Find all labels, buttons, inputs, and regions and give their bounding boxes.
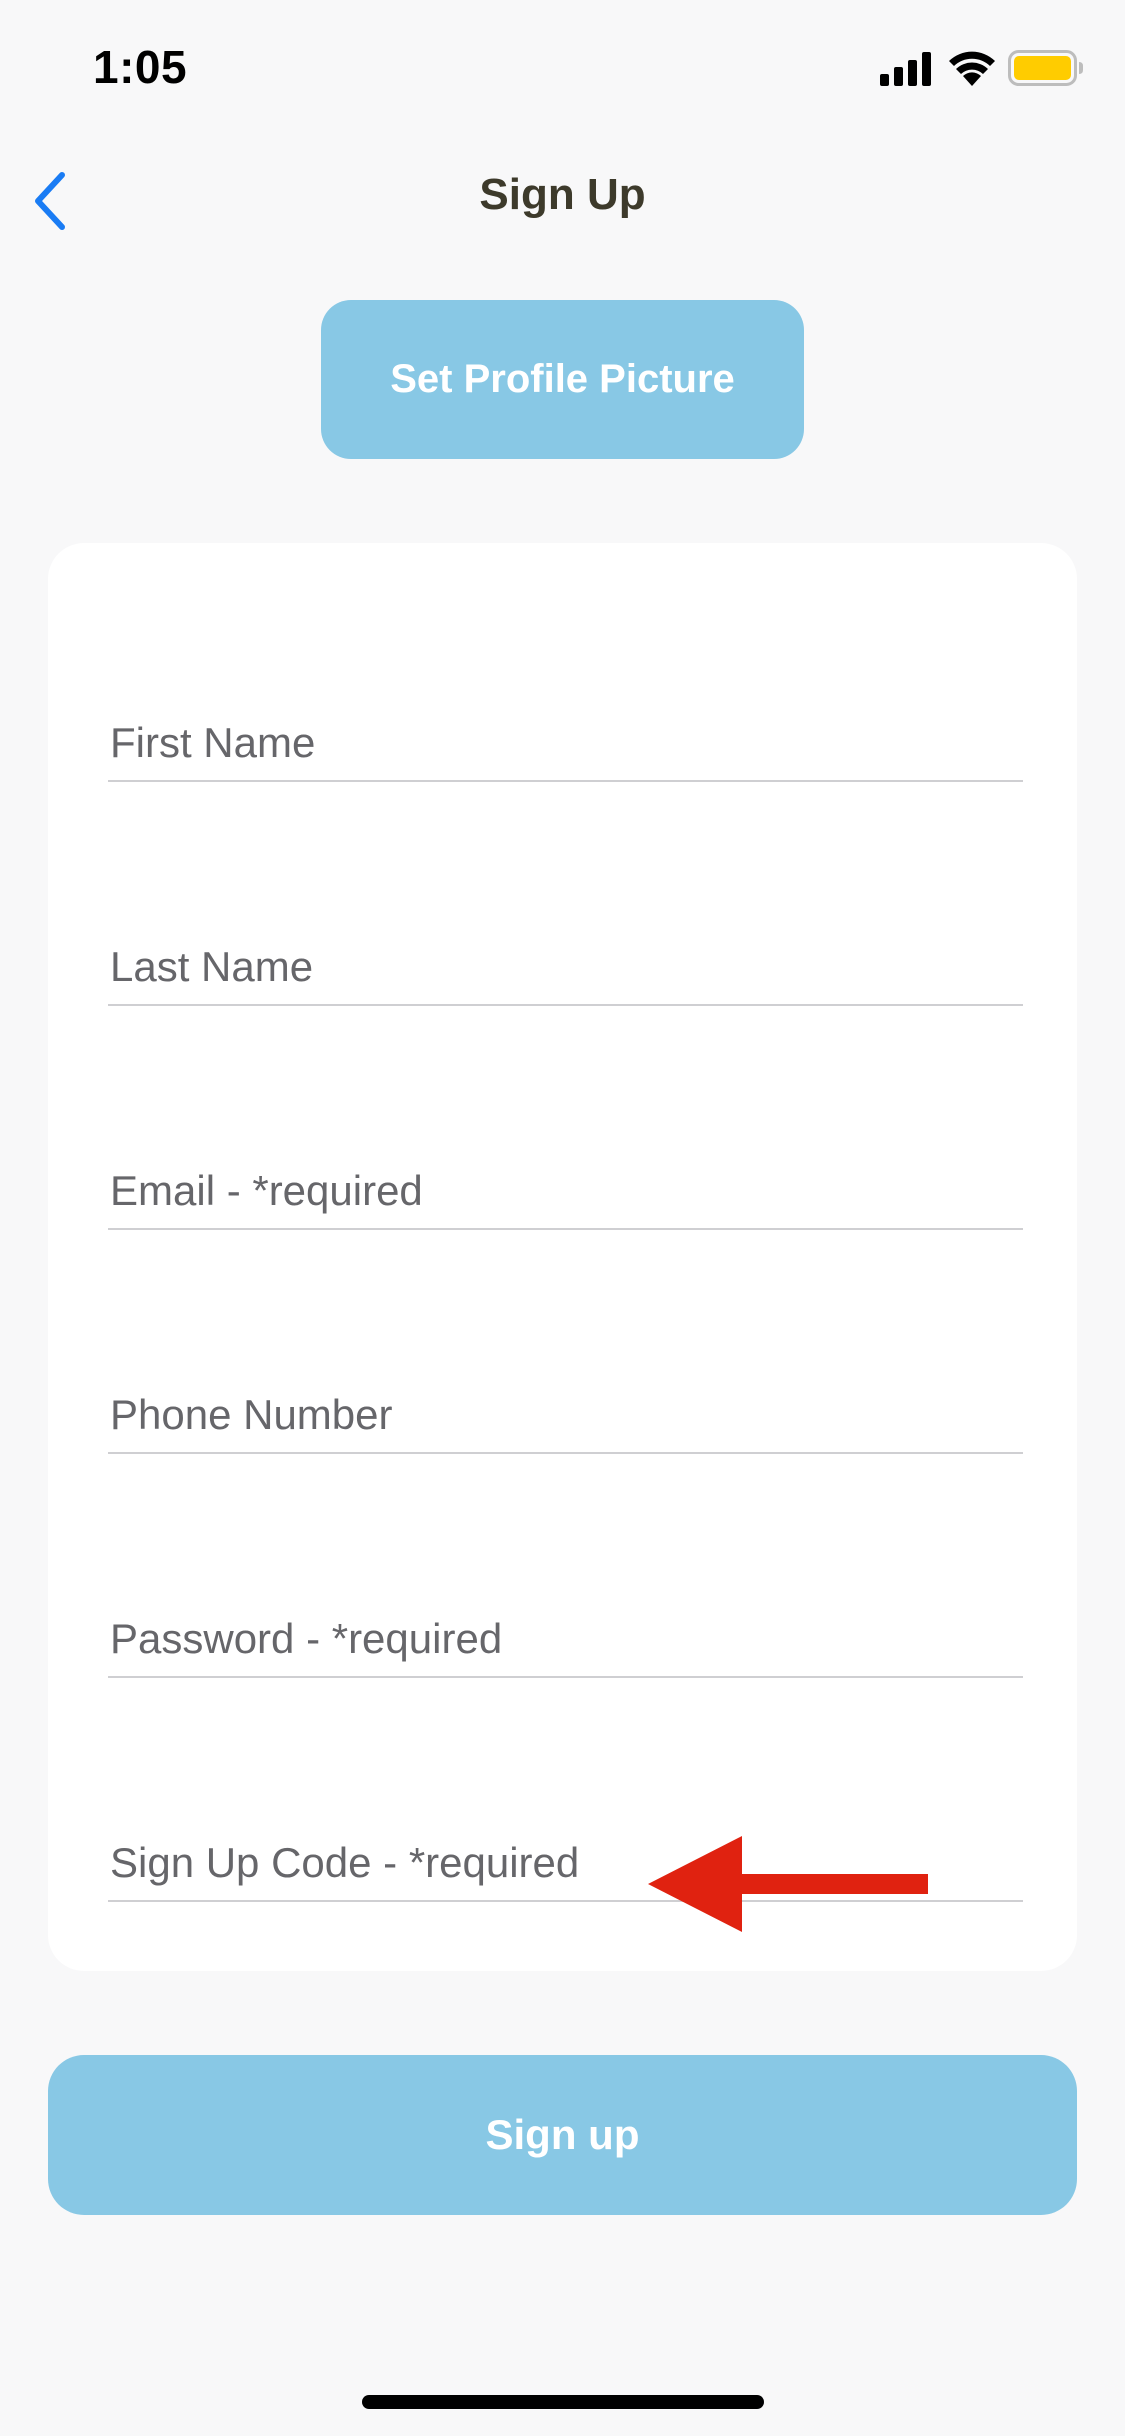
set-profile-picture-button[interactable]: Set Profile Picture	[321, 300, 804, 459]
battery-icon	[1008, 50, 1083, 86]
last-name-field-container	[108, 934, 1027, 1006]
first-name-input[interactable]	[108, 710, 1027, 776]
first-name-field-container	[108, 710, 1027, 782]
email-field-container	[108, 1158, 1027, 1230]
wifi-icon	[949, 51, 995, 86]
phone-number-field-container	[108, 1382, 1027, 1454]
arrow-left-icon	[648, 1836, 928, 1932]
last-name-input[interactable]	[108, 934, 1027, 1000]
signal-icon	[880, 52, 931, 86]
password-field-container	[108, 1606, 1027, 1678]
sign-up-form-card	[48, 543, 1077, 1971]
email-input[interactable]	[108, 1158, 1027, 1224]
home-indicator	[362, 2395, 764, 2409]
sign-up-screen: 1:05 Sign Up Set Profile Picture First N…	[0, 0, 1125, 2436]
password-input[interactable]	[108, 1606, 1027, 1672]
page-title: Sign Up	[479, 170, 646, 219]
phone-number-input[interactable]	[108, 1382, 1027, 1448]
sign-up-button[interactable]: Sign up	[48, 2055, 1077, 2215]
status-time: 1:05	[93, 41, 188, 93]
